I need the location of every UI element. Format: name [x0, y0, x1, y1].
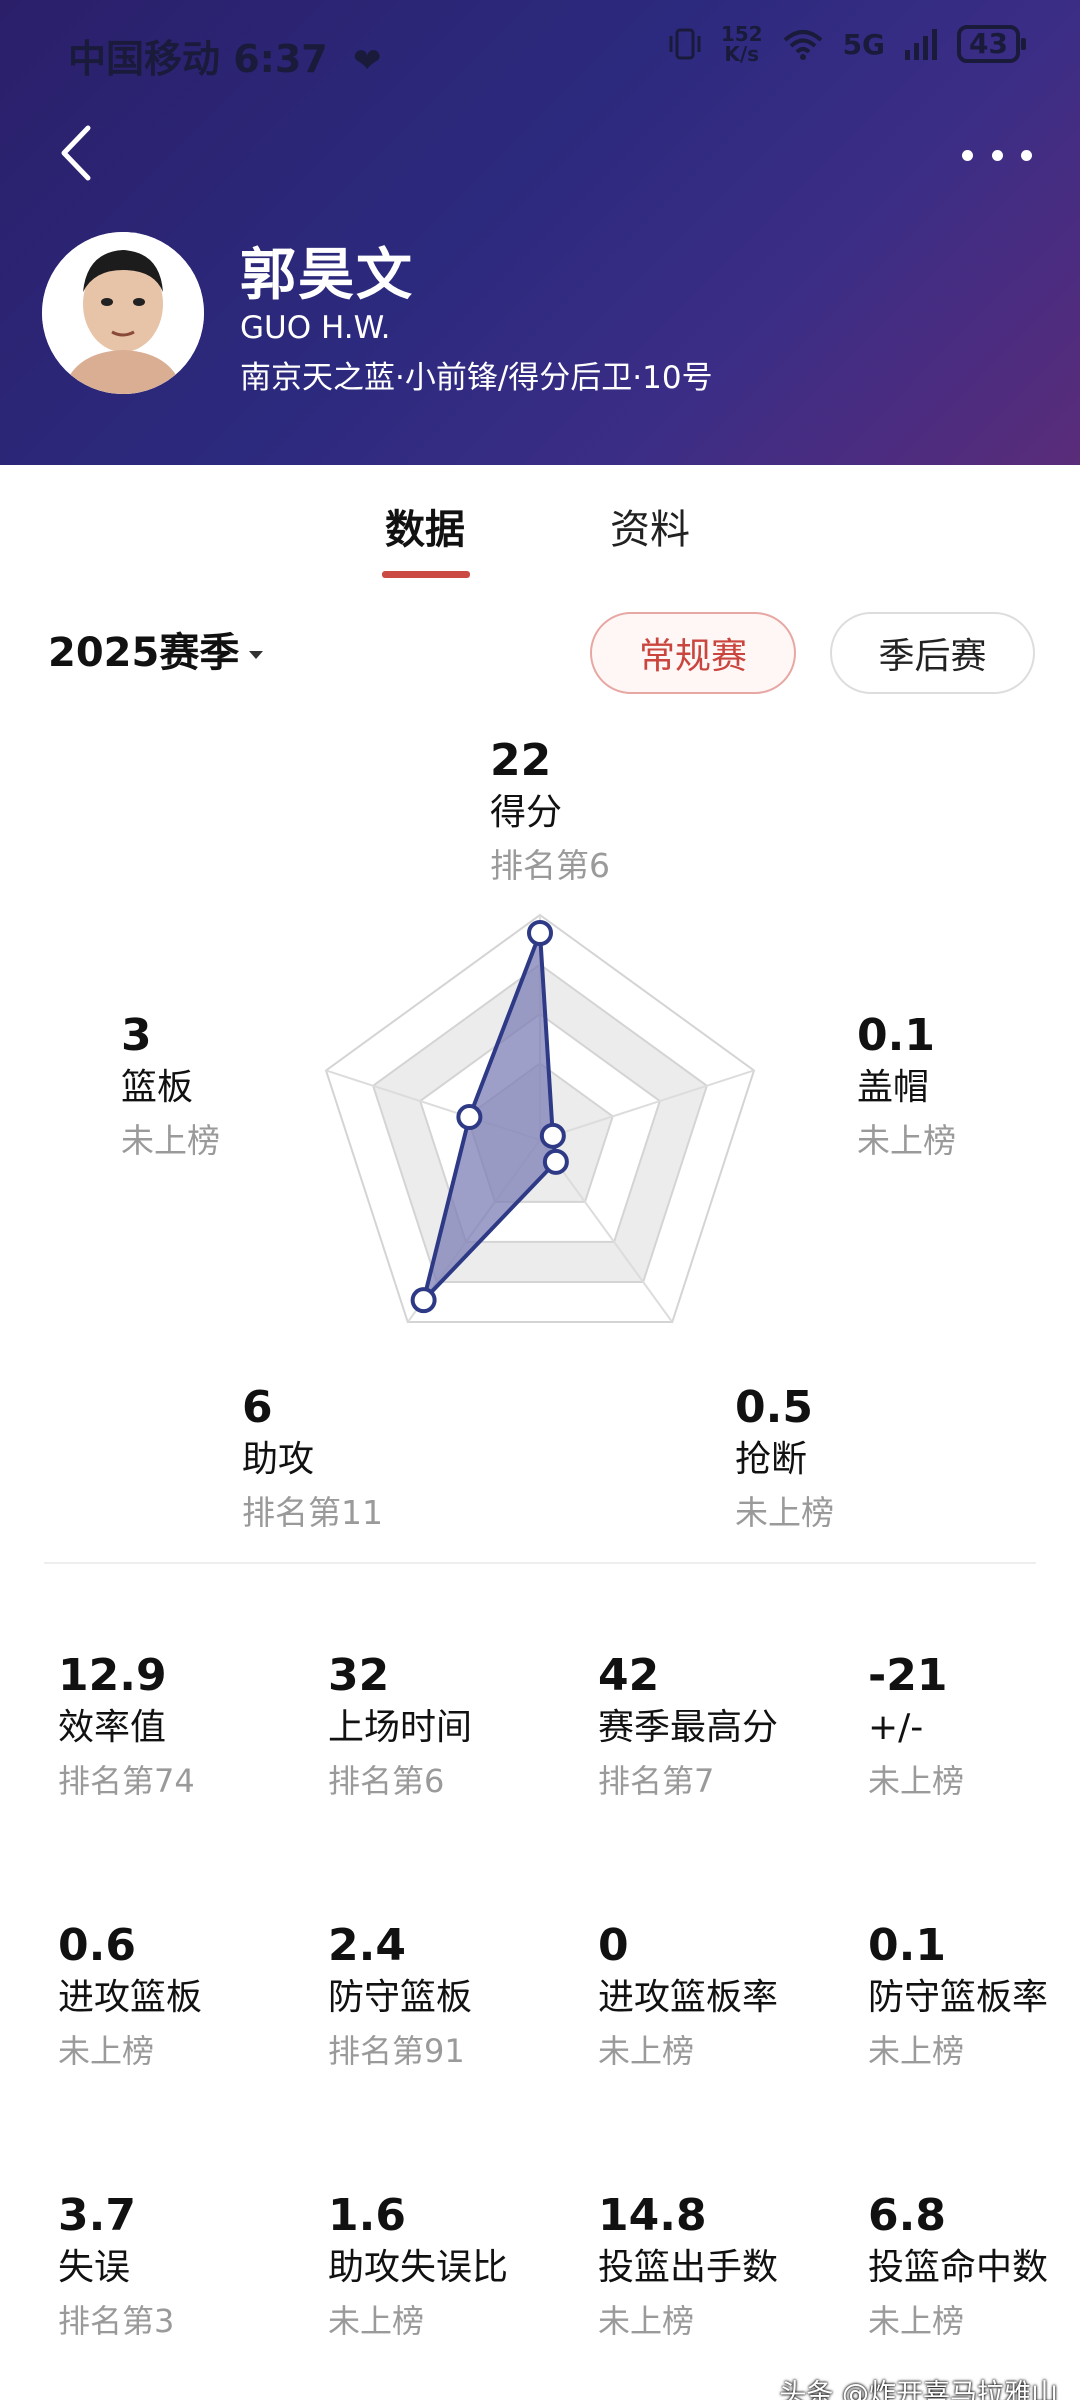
stat-label: 效率值 — [58, 1707, 167, 1748]
back-button[interactable] — [52, 122, 102, 184]
stat-rank: 排名第74 — [58, 1762, 195, 1800]
radar-stat-steals: 0.5 抢断 未上榜 — [735, 1382, 834, 1532]
radar-point-1 — [539, 1122, 566, 1149]
stat-cell: 12.9 效率值排名第74 — [58, 1650, 318, 1808]
signal-icon — [905, 29, 938, 60]
radar-stat-rebounds: 3 篮板 未上榜 — [121, 1010, 220, 1160]
stat-cell: 6.8 投篮命中数未上榜 — [868, 2190, 1080, 2348]
stat-cell: 42 赛季最高分排名第7 — [598, 1650, 858, 1808]
stat-rank: 未上榜 — [598, 2302, 695, 2340]
stat-cell: 2.4 防守篮板排名第91 — [328, 1920, 588, 2078]
radar-stat-points: 22 得分 排名第6 — [490, 735, 610, 885]
stat-rank: 未上榜 — [868, 2032, 965, 2070]
watermark: 头条 @炸开喜马拉雅山 — [779, 2379, 1058, 2400]
back-icon — [61, 125, 91, 181]
stat-label: +/- — [868, 1707, 924, 1748]
battery-icon: 43 — [957, 25, 1026, 63]
stat-rank: 未上榜 — [598, 2032, 695, 2070]
stat-value: 6.8 — [868, 2190, 946, 2241]
stat-cell: 0.6 进攻篮板未上榜 — [58, 1920, 318, 2078]
stat-value: 32 — [328, 1650, 390, 1701]
stat-cell: 14.8 投篮出手数未上榜 — [598, 2190, 858, 2348]
stat-label: 进攻篮板率 — [598, 1977, 779, 2018]
stat-label: 赛季最高分 — [598, 1707, 779, 1748]
player-photo — [42, 232, 204, 394]
net-speed: 152 K/s — [720, 22, 763, 66]
stat-rank: 排名第91 — [328, 2032, 465, 2070]
section-divider — [44, 1562, 1036, 1564]
stat-value: 3.7 — [58, 2190, 136, 2241]
stat-label: 助攻失误比 — [328, 2247, 509, 2288]
stat-rank: 排名第3 — [58, 2302, 175, 2340]
stat-rank: 排名第7 — [598, 1762, 715, 1800]
radar-point-4 — [456, 1104, 483, 1131]
stat-label: 投篮命中数 — [868, 2247, 1049, 2288]
stat-value: 12.9 — [58, 1650, 167, 1701]
tab-data[interactable]: 数据 — [385, 497, 465, 555]
tab-bar: 数据 资料 — [0, 465, 1080, 585]
stat-cell: 0 进攻篮板率未上榜 — [598, 1920, 858, 2078]
playoff-button[interactable]: 季后赛 — [830, 612, 1035, 694]
stat-value: -21 — [868, 1650, 948, 1701]
wifi-icon — [783, 30, 822, 60]
caret-down-icon — [249, 651, 264, 659]
radar-point-0 — [527, 920, 553, 946]
player-header: 中国移动 6:37 ❤ 152 K/s 5G 43 郭昊文 GUO H.W. 南… — [0, 0, 1080, 465]
stat-cell: 1.6 助攻失误比未上榜 — [328, 2190, 588, 2348]
season-dropdown[interactable]: 2025赛季 — [48, 620, 264, 678]
stat-label: 投篮出手数 — [598, 2247, 779, 2288]
stat-cell: 3.7 失误排名第3 — [58, 2190, 318, 2348]
status-bar: 中国移动 6:37 ❤ 152 K/s 5G 43 — [0, 0, 1080, 100]
more-icon[interactable] — [962, 140, 1032, 170]
stat-rank: 未上榜 — [868, 2302, 965, 2340]
hd-heart-icon: ❤ — [352, 41, 382, 81]
stat-label: 上场时间 — [328, 1707, 473, 1748]
stat-value: 42 — [598, 1650, 660, 1701]
stat-label: 进攻篮板 — [58, 1977, 203, 2018]
player-team-info: 南京天之蓝·小前锋/得分后卫·10号 — [240, 360, 713, 396]
radar-stat-blocks: 0.1 盖帽 未上榜 — [857, 1010, 956, 1160]
stat-value: 0.1 — [868, 1920, 946, 1971]
stat-cell: 32 上场时间排名第6 — [328, 1650, 588, 1808]
carrier-time: 中国移动 6:37 — [68, 37, 328, 81]
regular-season-button[interactable]: 常规赛 — [590, 612, 796, 694]
avatar — [42, 232, 204, 394]
tab-active-indicator — [382, 571, 470, 578]
stat-value: 1.6 — [328, 2190, 406, 2241]
stat-rank: 未上榜 — [58, 2032, 155, 2070]
network-type: 5G — [842, 27, 886, 61]
radar-point-3 — [410, 1287, 437, 1314]
tab-profile[interactable]: 资料 — [610, 497, 690, 555]
stat-label: 失误 — [58, 2247, 131, 2288]
stat-value: 14.8 — [598, 2190, 707, 2241]
stat-rank: 未上榜 — [328, 2302, 425, 2340]
stat-cell: -21 +/- 未上榜 — [868, 1650, 1080, 1808]
vibrate-icon — [669, 28, 701, 60]
stat-cell: 0.1 防守篮板率未上榜 — [868, 1920, 1080, 2078]
season-label: 2025赛季 — [48, 630, 240, 676]
radar-point-2 — [542, 1148, 569, 1175]
stat-value: 0 — [598, 1920, 629, 1971]
stat-rank: 排名第6 — [328, 1762, 445, 1800]
stat-value: 2.4 — [328, 1920, 406, 1971]
stat-label: 防守篮板 — [328, 1977, 473, 2018]
player-name-cn: 郭昊文 — [240, 243, 414, 308]
player-name-en: GUO H.W. — [240, 310, 391, 346]
stat-label: 防守篮板率 — [868, 1977, 1049, 2018]
stat-value: 0.6 — [58, 1920, 136, 1971]
stat-rank: 未上榜 — [868, 1762, 965, 1800]
radar-stat-assists: 6 助攻 排名第11 — [242, 1382, 383, 1532]
